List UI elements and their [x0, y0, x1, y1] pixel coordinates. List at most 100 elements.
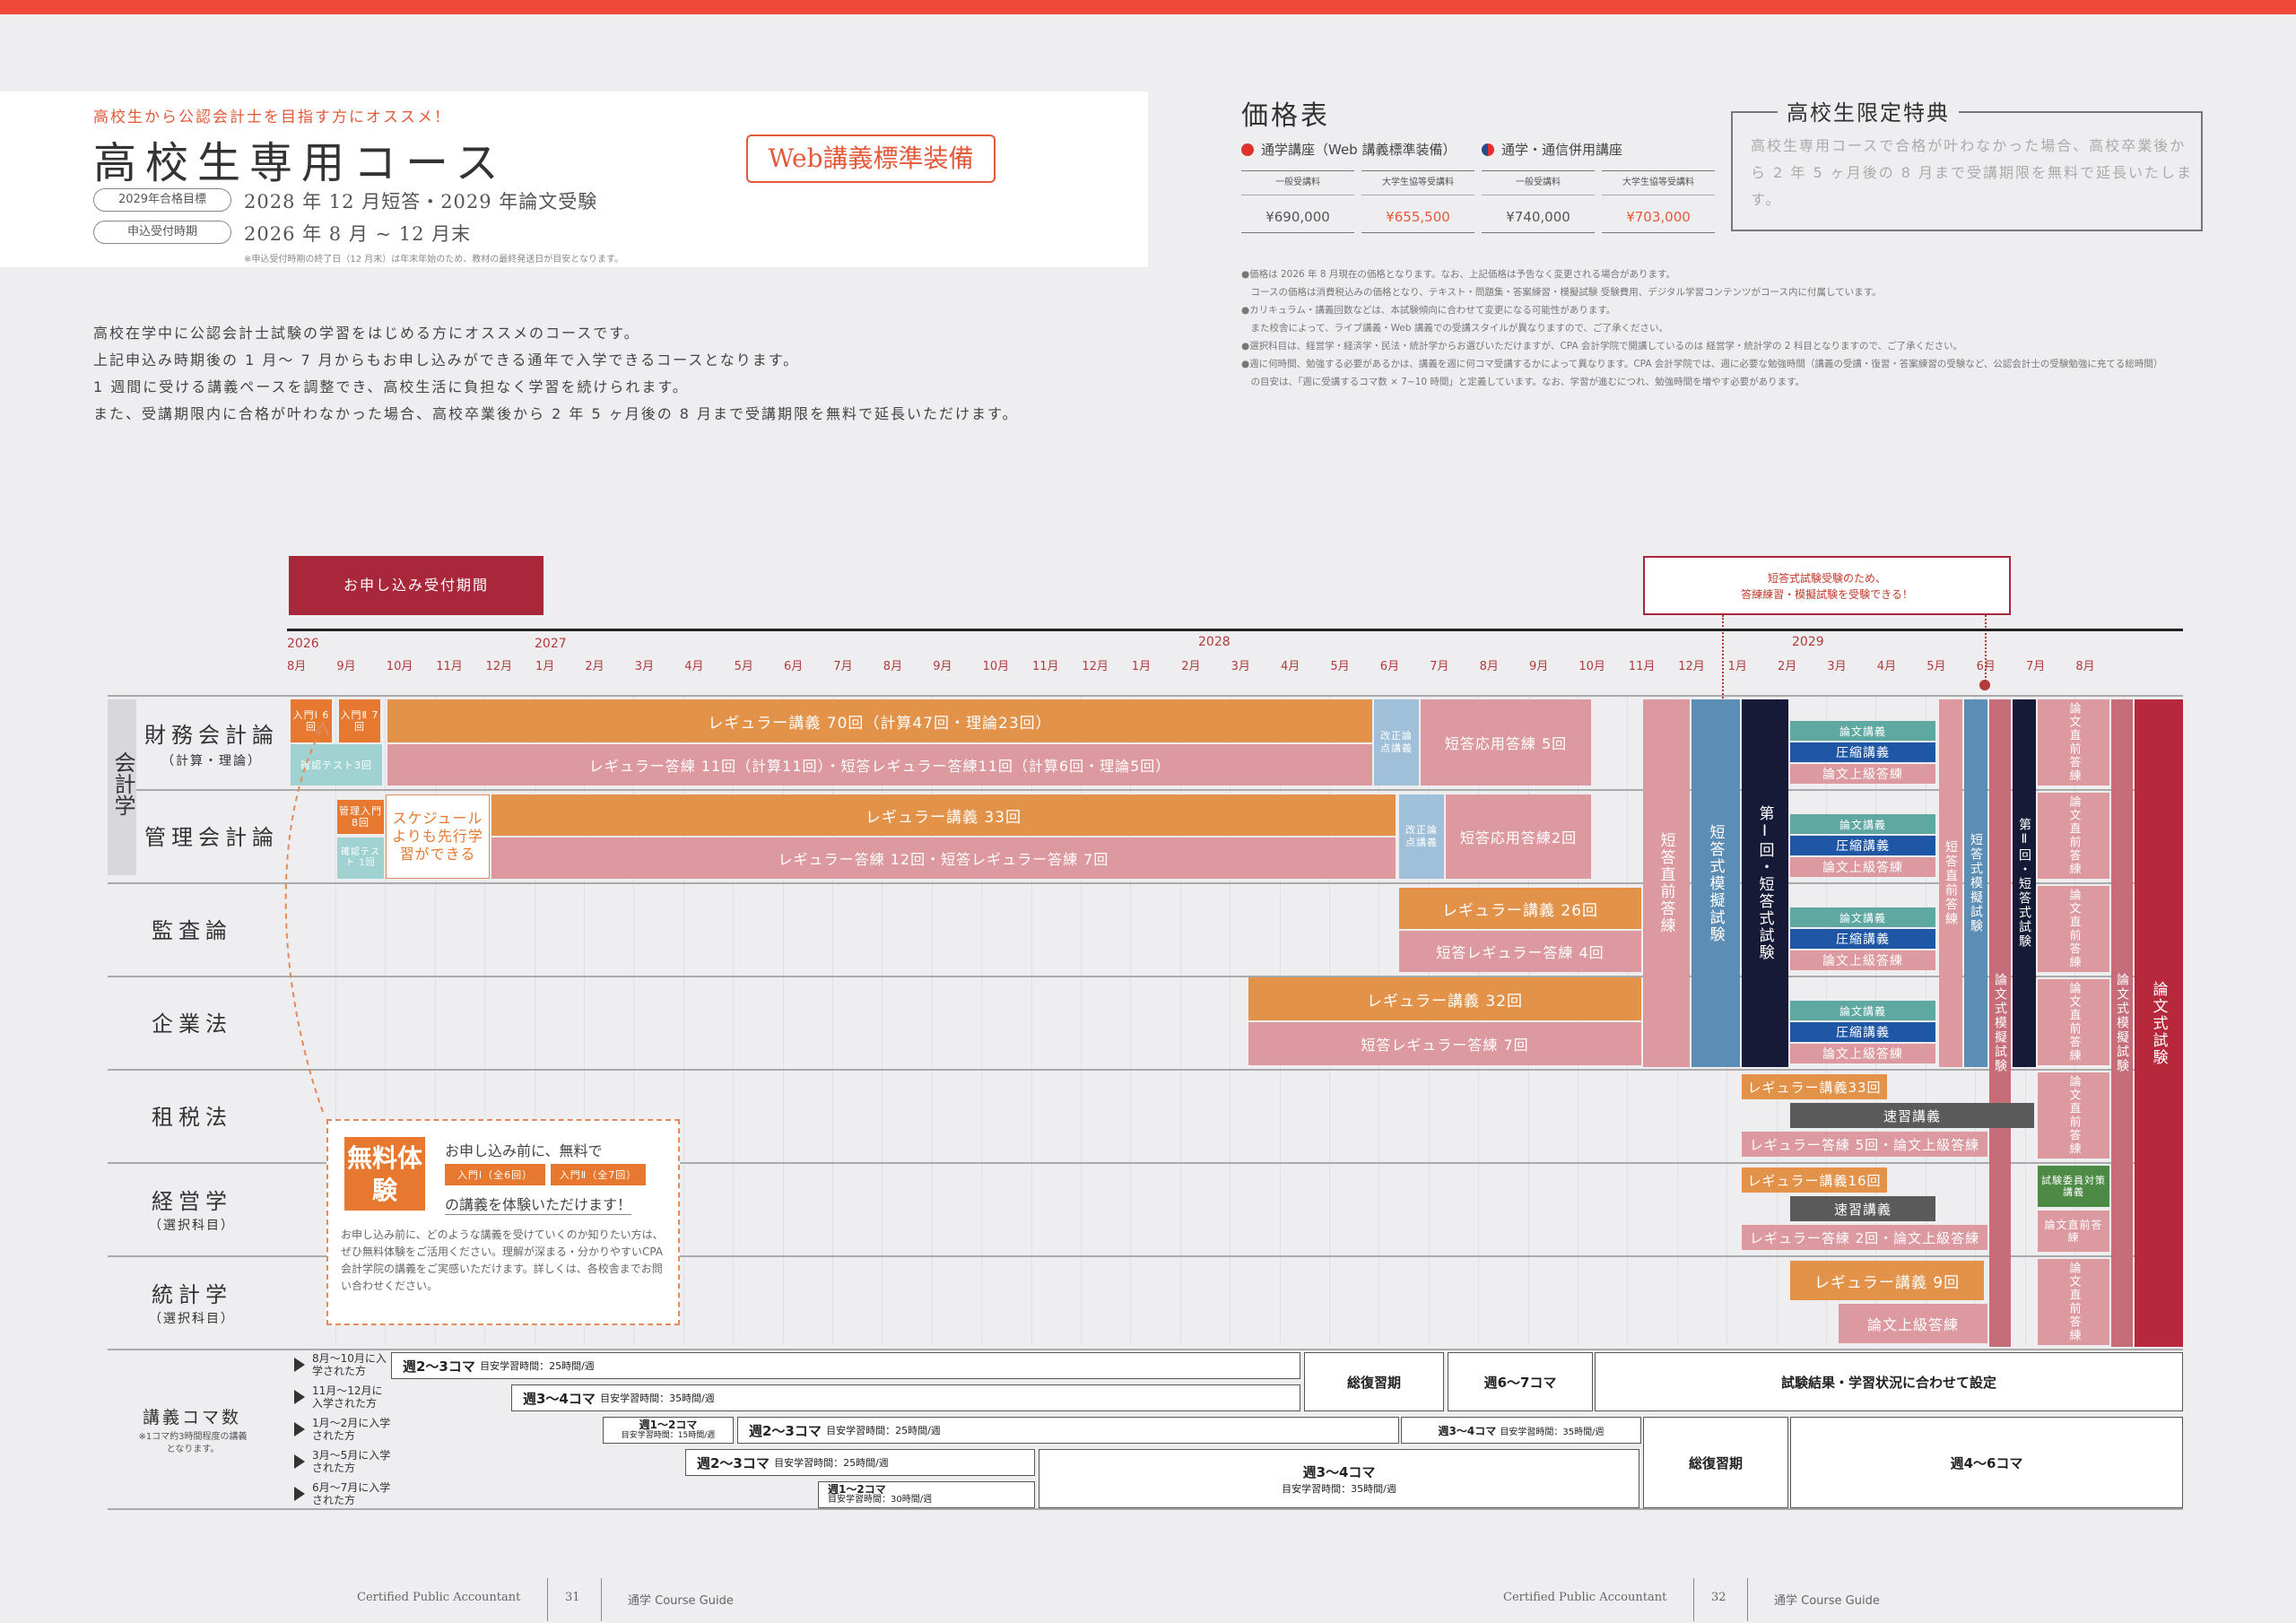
schedule-cell: 週4〜6コマ: [1790, 1417, 2183, 1508]
footer-page-right: 32: [1711, 1591, 1726, 1604]
month-label: 10月: [1578, 660, 1605, 673]
description-line: また、受講期限内に合格が叶わなかった場合、高校卒業後から 2 年 5 ヶ月後の …: [93, 405, 1019, 422]
footer-guide: 通学 Course Guide: [628, 1594, 734, 1608]
schedule-row-label: 6月〜7月に入学された方: [312, 1481, 391, 1506]
description-line: 高校在学中に公認会計士試験の学習をはじめる方にオススメのコースです。: [93, 325, 640, 342]
revise-bar: 改正論点講義: [1374, 699, 1419, 785]
revise-bar: 改正論点講義: [1399, 794, 1444, 879]
row-arrow-icon: [294, 1454, 305, 1469]
price-value: ¥740,000: [1482, 201, 1595, 233]
red-dot-icon: [1241, 143, 1254, 156]
schedule-cell: 週2〜3コマ 目安学習時間：25時間/週: [391, 1352, 1300, 1379]
row-divider: [108, 1349, 2183, 1350]
essay-adv-bar: 論文上級答練: [1790, 950, 1935, 970]
apply-period-bar: お申し込み受付期間: [289, 556, 544, 615]
month-label: 11月: [1628, 660, 1656, 673]
month-gridline: [1081, 695, 1082, 1345]
header-note: ※申込受付時期の終了日（12 月末）は年末年始のため、教材の最終発送日が目安とな…: [244, 255, 623, 265]
schedule-cell: 総復習期: [1643, 1417, 1788, 1508]
econ-speed-bar: 速習講義: [1790, 1196, 1935, 1221]
marker-dot-icon: [1979, 680, 1990, 690]
footer-divider: [1747, 1578, 1748, 1621]
econ-lecture-bar: レギュラー講義16回: [1742, 1167, 1887, 1193]
short-exam-note: 短答式試験受験のため、 答練練習・模擬試験を受験できる！: [1643, 556, 2011, 615]
period-value: 2026 年 8 月 ~ 12 月末: [244, 223, 472, 245]
period-pill: 申込受付時期: [93, 221, 231, 244]
month-label: 3月: [1827, 660, 1847, 673]
footer-page-left: 31: [565, 1591, 580, 1604]
row-arrow-icon: [294, 1358, 305, 1372]
category-label: 会計学: [110, 751, 135, 816]
price-header: 大学生協等受講料: [1361, 170, 1474, 195]
essay-lecture-bar: 論文講義: [1790, 721, 1935, 741]
compress-bar: 圧縮講義: [1790, 742, 1935, 762]
month-gridline: [733, 695, 735, 1345]
month-gridline: [683, 695, 684, 1345]
month-label: 4月: [684, 660, 704, 673]
essay-direct-bar: 論文直前答練: [2038, 793, 2109, 879]
price-value: ¥703,000: [1602, 201, 1715, 233]
year-label: 2027: [535, 637, 567, 651]
subject-econ-sub: （選択科目）: [149, 1219, 235, 1233]
price-value: ¥655,500: [1361, 201, 1474, 233]
year-label: 2026: [287, 637, 319, 651]
schedule-row-label: 11月〜12月に入学された方: [312, 1384, 383, 1410]
free-trial-line1: お申し込み前に、無料で: [445, 1142, 603, 1159]
target-pill: 2029年合格目標: [93, 188, 231, 212]
month-label: 5月: [734, 660, 753, 673]
schedule-cell: 週2〜3コマ 目安学習時間：25時間/週: [685, 1449, 1035, 1476]
month-label: 2月: [585, 660, 604, 673]
month-label: 5月: [1330, 660, 1350, 673]
schedule-row-label: 8月〜10月に入学された方: [312, 1352, 387, 1377]
month-label: 8月: [1479, 660, 1499, 673]
month-label: 8月: [883, 660, 903, 673]
bonus-text: 高校生専用コースで合格が叶わなかった場合、高校卒業後から 2 年 5 ヶ月後の …: [1751, 137, 2194, 208]
stat-drill-bar: 論文上級答練: [1839, 1304, 1987, 1343]
mgmt-lecture-bar: レギュラー講義 33回: [491, 794, 1396, 836]
footer-brand: Certified Public Accountant: [1503, 1591, 1667, 1604]
row-arrow-icon: [294, 1487, 305, 1501]
schedule-advance-note: スケジュールよりも先行学習ができる: [386, 794, 490, 879]
essay-lecture-bar: 論文講義: [1790, 1001, 1935, 1020]
subject-stat: 統計学: [152, 1282, 232, 1307]
fin-short-bar: 短答応用答練 5回: [1421, 699, 1591, 785]
schedule-cell: 週1〜2コマ 目安学習時間：30時間/週: [818, 1481, 1035, 1508]
trial-intro2-button[interactable]: 入門Ⅱ（全7回）: [551, 1164, 646, 1185]
essay-lecture-bar: 論文講義: [1790, 907, 1935, 927]
corp-drill-bar: 短答レギュラー答練 7回: [1248, 1022, 1641, 1065]
subject-stat-sub: （選択科目）: [149, 1312, 235, 1326]
page-title: 高校生専用コース: [93, 138, 508, 188]
schedule-cell: 週2〜3コマ 目安学習時間：25時間/週: [737, 1417, 1399, 1444]
month-label: 7月: [1430, 660, 1449, 673]
price-header: 一般受講料: [1482, 170, 1595, 195]
footer-guide: 通学 Course Guide: [1774, 1594, 1880, 1608]
blue-red-dot-icon: [1482, 143, 1494, 156]
subject-econ: 経営学: [152, 1189, 232, 1214]
trial-arrow: [269, 717, 368, 1121]
month-gridline: [1031, 695, 1032, 1345]
month-label: 8月: [2075, 660, 2095, 673]
exam1-bar: 第Ⅰ回・短答式試験: [1742, 699, 1788, 1067]
subject-audit: 監査論: [152, 918, 232, 943]
month-label: 7月: [2026, 660, 2046, 673]
month-label: 11月: [1032, 660, 1059, 673]
description-line: 1 週間に受ける講義ペースを調整でき、高校生活に負担なく学習を続けられます。: [93, 378, 689, 395]
free-trial-line2: の講義を体験いただけます！: [445, 1193, 632, 1215]
trial-intro1-button[interactable]: 入門Ⅰ（全6回）: [445, 1164, 545, 1185]
short-mock-bar: 短答式模擬試験: [1964, 699, 1987, 1067]
footer-divider: [547, 1578, 548, 1621]
month-label: 10月: [386, 660, 413, 673]
econ-drill-bar: レギュラー答練 2回・論文上級答練: [1742, 1225, 1987, 1250]
target-value: 2028 年 12 月短答・2029 年論文受験: [244, 191, 598, 213]
subject-mgmt: 管理会計論: [144, 825, 279, 850]
schedule-cell: 週6〜7コマ: [1448, 1352, 1593, 1411]
month-label: 6月: [1976, 660, 1996, 673]
catch-copy: 高校生から公認会計士を目指す方にオススメ！: [93, 108, 451, 126]
compress-bar: 圧縮講義: [1790, 836, 1935, 855]
essay-direct-bar: 論文直前答練: [2038, 1211, 2109, 1252]
essay-adv-bar: 論文上級答練: [1790, 764, 1935, 784]
row-arrow-icon: [294, 1390, 305, 1404]
tax-lecture-bar: レギュラー講義33回: [1742, 1074, 1887, 1099]
short-direct-bar: 短答直前答練: [1939, 699, 1962, 1067]
subject-corp: 企業法: [152, 1011, 232, 1037]
